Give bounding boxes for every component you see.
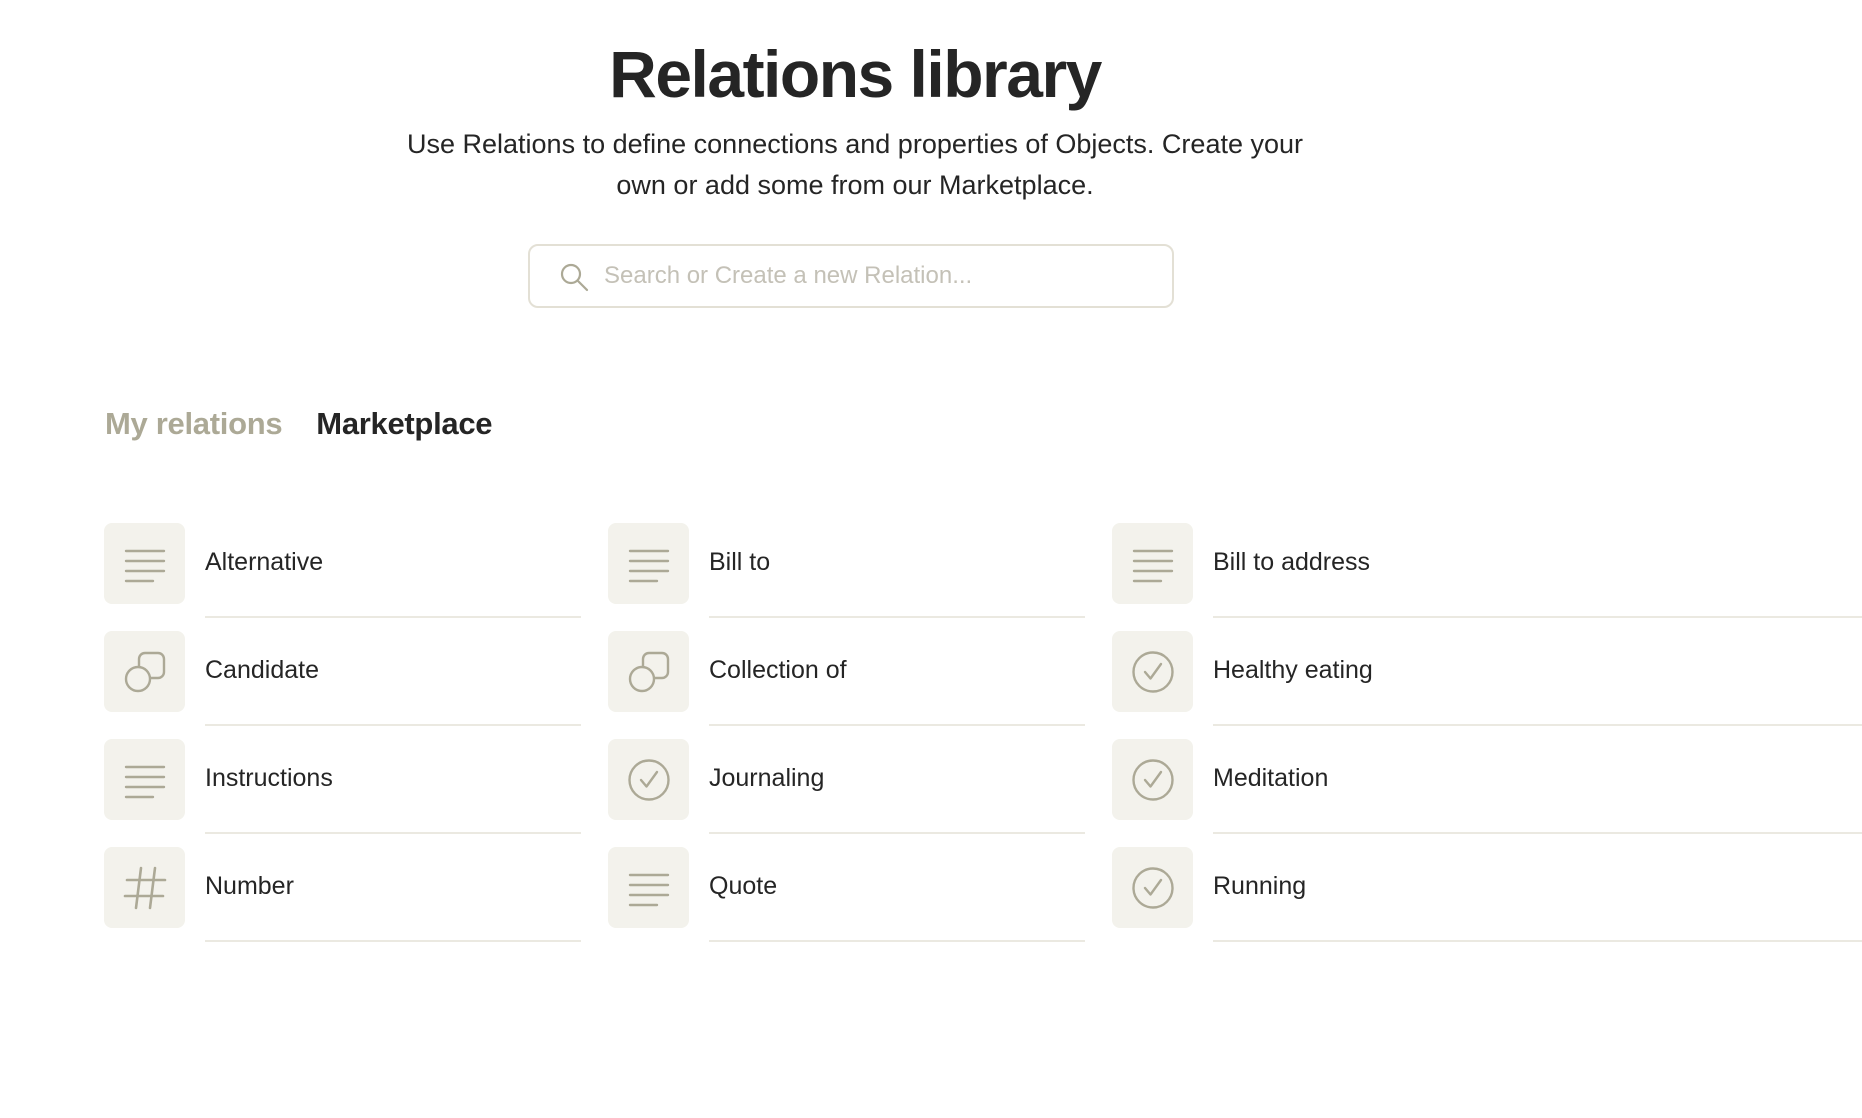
search-box[interactable] (528, 244, 1174, 308)
relation-icon-box (608, 739, 689, 820)
relation-label: Instructions (205, 764, 333, 792)
relation-icon-box (1112, 847, 1193, 928)
checkbox-icon (1131, 758, 1174, 801)
relation-label: Healthy eating (1213, 656, 1373, 684)
text-lines-icon (628, 549, 669, 582)
object-icon (628, 651, 669, 692)
relation-icon-box (104, 739, 185, 820)
relation-icon-box (1112, 631, 1193, 712)
relation-icon-box (608, 523, 689, 604)
divider (709, 940, 1085, 942)
divider (709, 724, 1085, 726)
divider (1213, 832, 1862, 834)
relation-icon-box (104, 631, 185, 712)
divider (205, 940, 581, 942)
divider (1213, 616, 1862, 618)
hash-icon (123, 866, 166, 909)
relations-grid: Alternative Candidate Instructions Numbe… (104, 523, 1862, 1118)
divider (709, 616, 1085, 618)
relation-label: Journaling (709, 764, 825, 792)
text-lines-icon (628, 873, 669, 906)
tab-marketplace[interactable]: Marketplace (316, 406, 492, 442)
text-lines-icon (124, 765, 165, 798)
relation-label: Bill to (709, 548, 771, 576)
divider (709, 832, 1085, 834)
relation-label: Running (1213, 872, 1307, 900)
relation-label: Collection of (709, 656, 847, 684)
relation-label: Bill to address (1213, 548, 1371, 576)
tab-my-relations[interactable]: My relations (105, 406, 283, 442)
divider (1213, 940, 1862, 942)
relation-label: Alternative (205, 548, 324, 576)
page-title: Relations library (609, 37, 1102, 111)
divider (205, 832, 581, 834)
relation-icon-box (608, 847, 689, 928)
divider (205, 616, 581, 618)
divider (205, 724, 581, 726)
relation-icon-box (104, 847, 185, 928)
text-lines-icon (124, 549, 165, 582)
checkbox-icon (1131, 650, 1174, 693)
object-icon (124, 651, 165, 692)
relation-label: Quote (709, 872, 778, 900)
page-subtitle: Use Relations to define connections and … (407, 129, 1303, 200)
relation-icon-box (1112, 523, 1193, 604)
search-input[interactable] (604, 246, 1144, 306)
relation-label: Meditation (1213, 764, 1329, 792)
relation-label: Number (205, 872, 294, 900)
checkbox-icon (1131, 866, 1174, 909)
search-icon (560, 263, 589, 292)
relation-icon-box (1112, 739, 1193, 820)
checkbox-icon (627, 758, 670, 801)
relation-icon-box (104, 523, 185, 604)
tab-bar: My relations Marketplace (105, 406, 493, 442)
text-lines-icon (1132, 549, 1173, 582)
relation-icon-box (608, 631, 689, 712)
relation-label: Candidate (205, 656, 319, 684)
divider (1213, 724, 1862, 726)
